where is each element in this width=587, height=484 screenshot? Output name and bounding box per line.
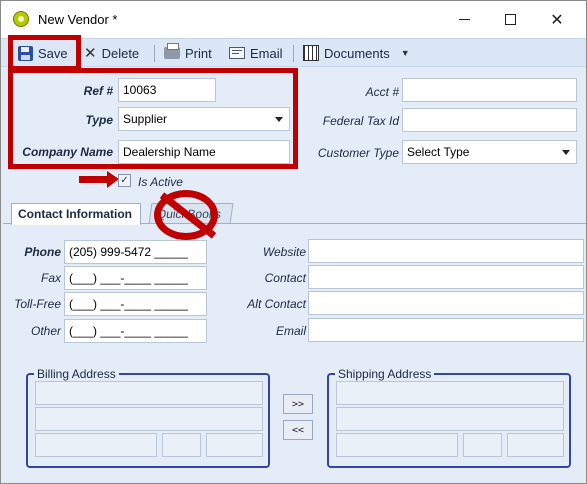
- billing-state[interactable]: [162, 433, 201, 457]
- email-icon: [229, 47, 245, 59]
- prohibited-icon: [154, 190, 218, 240]
- billing-line-1[interactable]: [35, 381, 263, 405]
- is-active-checkbox[interactable]: ✓: [118, 174, 131, 187]
- alt-contact-label: Alt Contact: [247, 297, 306, 311]
- annotation-arrow: [79, 171, 119, 188]
- website-field[interactable]: [308, 239, 584, 263]
- other-phone-field[interactable]: (___) ___-____ _____: [64, 319, 207, 343]
- app-icon: [13, 11, 29, 27]
- chevron-down-icon: ▼: [400, 48, 410, 58]
- billing-address-title: Billing Address: [34, 367, 119, 381]
- billing-city[interactable]: [35, 433, 157, 457]
- chevron-down-icon: [275, 117, 283, 122]
- window-title: New Vendor *: [38, 12, 118, 27]
- delete-button[interactable]: ✕ Delete: [84, 42, 139, 64]
- toll-free-field[interactable]: (___) ___-____ _____: [64, 292, 207, 316]
- tab-contact-information-label: Contact Information: [18, 207, 132, 221]
- email-field[interactable]: [308, 318, 584, 342]
- type-select[interactable]: Supplier: [118, 107, 290, 131]
- billing-zip[interactable]: [206, 433, 263, 457]
- ref-label: Ref #: [83, 84, 113, 98]
- print-icon: [164, 43, 180, 59]
- email-label: Email: [250, 45, 283, 61]
- is-active-label: Is Active: [138, 175, 183, 189]
- company-name-field[interactable]: Dealership Name: [118, 140, 290, 164]
- customer-type-select[interactable]: Select Type: [402, 140, 577, 164]
- documents-icon: [303, 45, 319, 61]
- close-icon: ✕: [550, 10, 564, 29]
- billing-line-2[interactable]: [35, 407, 263, 431]
- save-button[interactable]: Save: [18, 42, 68, 64]
- other-phone-label: Other: [30, 324, 61, 338]
- customer-type-value: Select Type: [407, 145, 470, 159]
- copy-to-billing-button[interactable]: <<: [283, 420, 313, 440]
- minimize-button[interactable]: [441, 1, 487, 38]
- fax-label: Fax: [40, 271, 61, 285]
- acct-label: Acct #: [365, 85, 399, 99]
- email-button[interactable]: Email: [229, 42, 283, 64]
- maximize-icon: [504, 14, 516, 25]
- close-button[interactable]: ✕: [534, 1, 580, 38]
- shipping-line-1[interactable]: [336, 381, 564, 405]
- contact-field[interactable]: [308, 265, 584, 289]
- shipping-line-2[interactable]: [336, 407, 564, 431]
- toolbar-separator: [293, 45, 294, 62]
- ref-field[interactable]: 10063: [118, 78, 216, 102]
- federal-tax-id-field[interactable]: [402, 108, 577, 132]
- email-label: Email: [275, 324, 306, 338]
- shipping-state[interactable]: [463, 433, 502, 457]
- acct-field[interactable]: [402, 78, 577, 102]
- shipping-city[interactable]: [336, 433, 458, 457]
- federal-tax-id-label: Federal Tax Id: [322, 114, 399, 128]
- save-label: Save: [38, 45, 68, 61]
- website-label: Website: [262, 245, 306, 259]
- type-value: Supplier: [123, 112, 168, 126]
- shipping-address-title: Shipping Address: [335, 367, 435, 381]
- documents-label: Documents: [324, 45, 390, 61]
- toll-free-label: Toll-Free: [14, 297, 61, 311]
- alt-contact-field[interactable]: [308, 291, 584, 315]
- toolbar: Save ✕ Delete Print Email Documents ▼: [1, 38, 586, 67]
- shipping-zip[interactable]: [507, 433, 564, 457]
- billing-address-group: Billing Address: [26, 367, 270, 468]
- documents-button[interactable]: Documents ▼: [303, 42, 410, 64]
- type-label: Type: [85, 113, 113, 127]
- vendor-window: New Vendor * ✕ Save ✕ Delete Print Email…: [0, 0, 587, 484]
- shipping-address-group: Shipping Address: [327, 367, 571, 468]
- company-name-label: Company Name: [22, 145, 113, 159]
- toolbar-separator: [154, 45, 155, 62]
- minimize-icon: [458, 19, 470, 20]
- copy-to-shipping-button[interactable]: >>: [283, 394, 313, 414]
- title-bar: New Vendor * ✕: [1, 1, 586, 38]
- phone-field[interactable]: (205) 999-5472 _____: [64, 240, 207, 264]
- phone-label: Phone: [24, 245, 61, 259]
- print-button[interactable]: Print: [164, 42, 212, 64]
- fax-field[interactable]: (___) ___-____ _____: [64, 266, 207, 290]
- print-label: Print: [185, 45, 212, 61]
- maximize-button[interactable]: [487, 1, 533, 38]
- save-icon: [18, 45, 33, 61]
- chevron-down-icon: [562, 150, 570, 155]
- customer-type-label: Customer Type: [317, 146, 399, 160]
- contact-label: Contact: [264, 271, 306, 285]
- delete-label: Delete: [101, 45, 140, 61]
- tab-contact-information[interactable]: Contact Information: [11, 203, 141, 225]
- delete-icon: ✕: [84, 44, 97, 62]
